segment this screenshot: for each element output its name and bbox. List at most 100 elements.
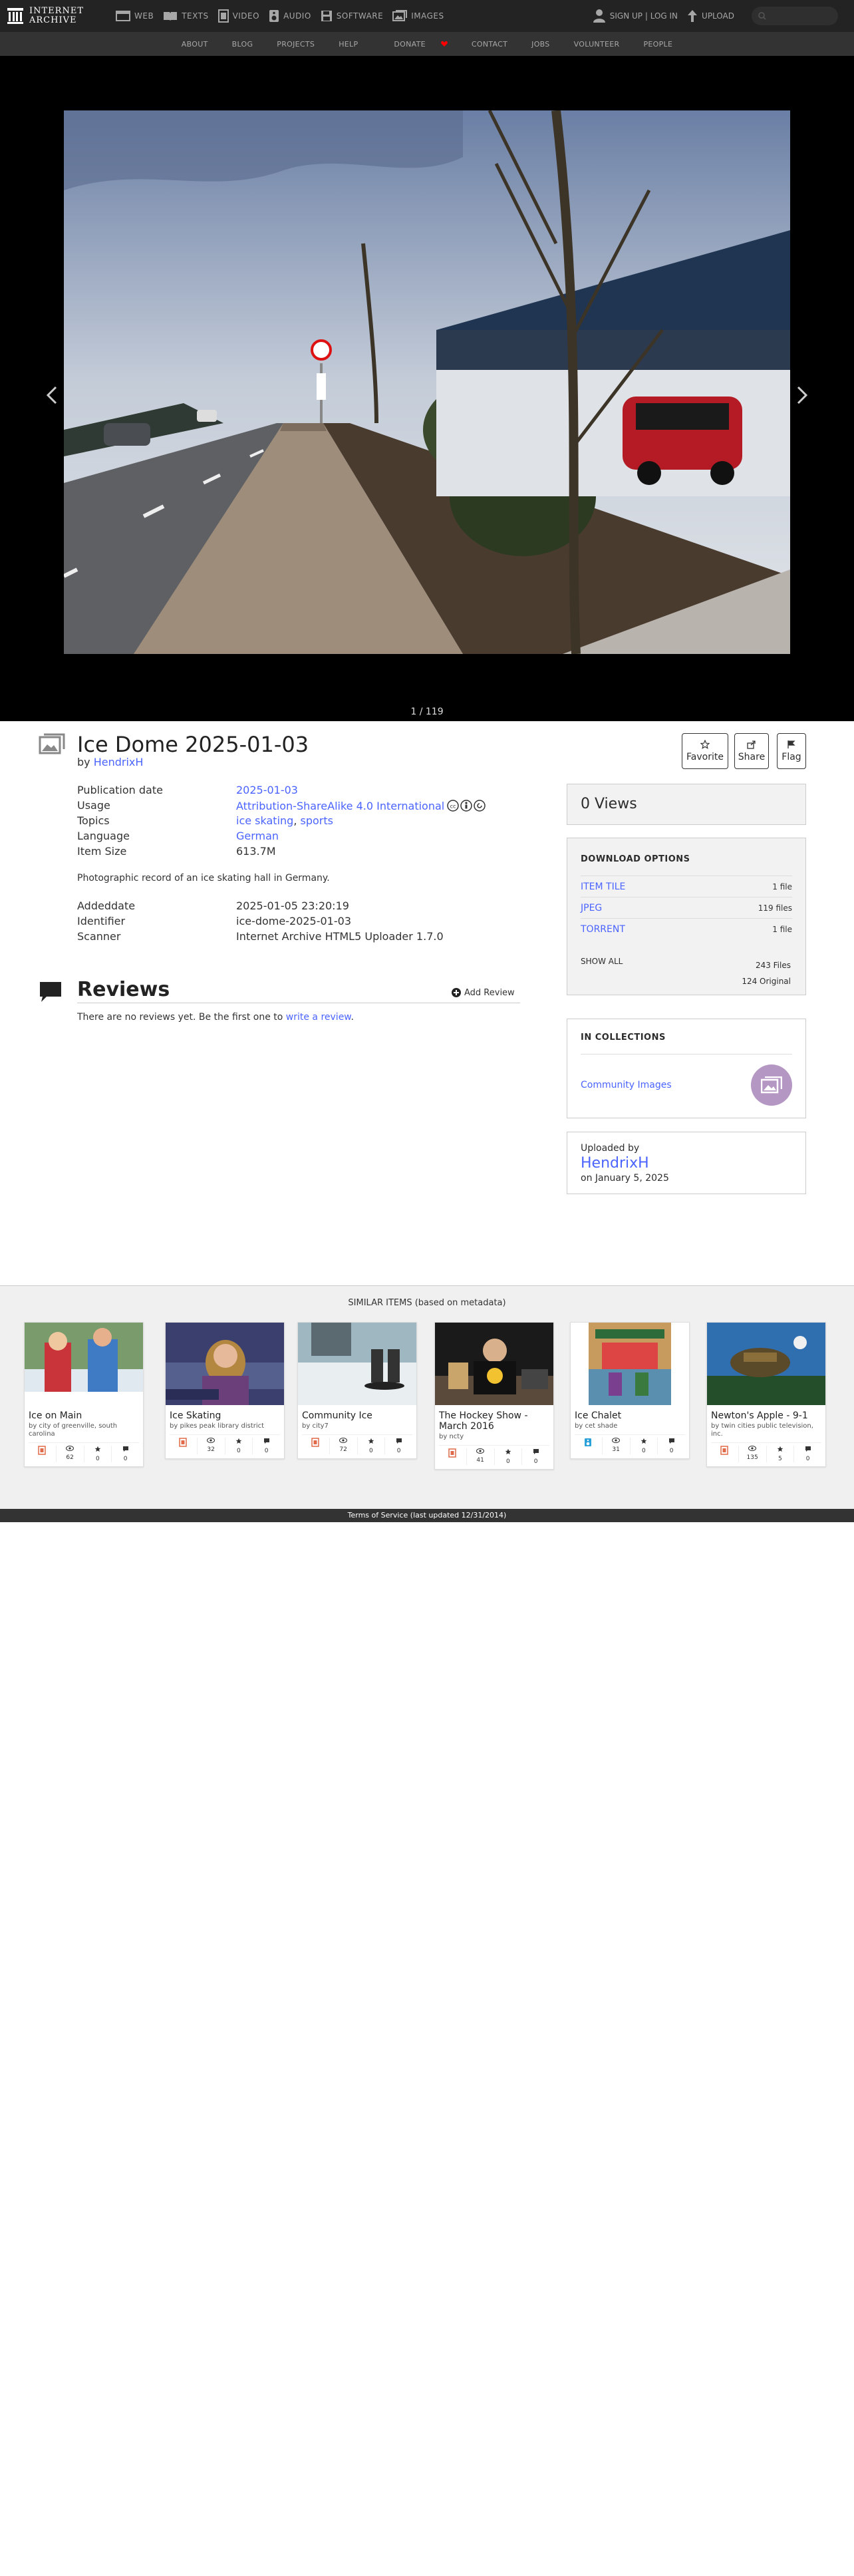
reviews-stat: 0 xyxy=(793,1446,821,1462)
show-all-link[interactable]: SHOW ALL xyxy=(581,957,623,966)
reviews-stat: 0 xyxy=(384,1438,412,1454)
mediatype-stat xyxy=(302,1438,329,1454)
similar-item-card[interactable]: Newton's Apple - 9-1 by twin cities publi… xyxy=(706,1322,826,1467)
similar-item-title[interactable]: Newton's Apple - 9-1 xyxy=(707,1405,825,1421)
similar-item-card[interactable]: Ice Skating by pikes peak library distric… xyxy=(165,1322,285,1459)
similar-item-creator: by cet shade xyxy=(575,1422,618,1430)
reviews-stat: 0 xyxy=(657,1438,685,1454)
next-image-arrow[interactable] xyxy=(791,382,811,408)
flag-button[interactable]: Flag xyxy=(777,733,806,769)
similar-item-thumbnail[interactable] xyxy=(435,1323,553,1405)
audio-icon xyxy=(585,1438,592,1446)
no-reviews-text: There are no reviews yet. Be the first o… xyxy=(77,1012,286,1023)
reviews-count: 0 xyxy=(264,1448,269,1454)
eye-icon xyxy=(207,1438,215,1443)
subnav-about[interactable]: ABOUT xyxy=(182,40,208,49)
subnav-jobs[interactable]: JOBS xyxy=(531,40,549,49)
heart-icon xyxy=(441,41,448,47)
download-file-count: 1 file xyxy=(772,924,792,934)
similar-item-creator: by ncty xyxy=(439,1433,464,1440)
pubdate-link[interactable]: 2025-01-03 xyxy=(236,784,298,796)
film-icon xyxy=(179,1438,188,1447)
image-viewer: 1 / 119 xyxy=(0,56,854,721)
nav-images[interactable]: IMAGES xyxy=(392,0,444,32)
uploader-link[interactable]: HendrixH xyxy=(581,1155,649,1172)
similar-item-card[interactable]: Ice Chalet by cet shade 31 0 0 xyxy=(570,1322,690,1459)
favorite-label: Favorite xyxy=(686,752,724,762)
star-icon xyxy=(700,740,710,749)
main-photo[interactable] xyxy=(64,110,790,654)
favorite-button[interactable]: Favorite xyxy=(682,733,728,769)
similar-item-title[interactable]: Ice Skating xyxy=(166,1405,284,1421)
subnav-donate[interactable]: DONATE xyxy=(382,40,448,49)
subnav-help[interactable]: HELP xyxy=(339,40,358,49)
nav-software[interactable]: SOFTWARE xyxy=(321,0,383,32)
write-review-link[interactable]: write a review xyxy=(286,1012,351,1023)
similar-item-thumbnail[interactable] xyxy=(707,1323,825,1405)
comment-icon xyxy=(533,1449,539,1454)
subnav-contact[interactable]: CONTACT xyxy=(472,40,507,49)
nav-audio[interactable]: AUDIO xyxy=(269,0,311,32)
share-button[interactable]: Share xyxy=(734,733,769,769)
total-original: 124 Original xyxy=(742,977,791,986)
svg-text:cc: cc xyxy=(450,804,456,810)
previous-image-arrow[interactable] xyxy=(43,382,63,408)
topic-link[interactable]: sports xyxy=(300,814,333,827)
comment-icon xyxy=(396,1438,402,1444)
nav-software-label: SOFTWARE xyxy=(336,11,384,21)
similar-item-thumbnail[interactable] xyxy=(25,1323,143,1405)
similar-item-card[interactable]: Community Ice by city7 72 0 0 xyxy=(297,1322,417,1459)
meta-label: Usage xyxy=(77,799,110,812)
collection-thumbnail[interactable] xyxy=(751,1064,792,1106)
logo-line2: ARCHIVE xyxy=(29,15,77,25)
addeddate-value: 2025-01-05 23:20:19 xyxy=(236,899,349,912)
similar-item-title[interactable]: Community Ice xyxy=(298,1405,416,1421)
similar-item-creator: by pikes peak library district xyxy=(170,1422,265,1430)
similar-item-thumbnail[interactable] xyxy=(571,1323,689,1405)
mediatype-stat xyxy=(29,1446,56,1462)
star-icon xyxy=(777,1446,783,1452)
subnav-blog[interactable]: BLOG xyxy=(232,40,253,49)
add-review-button[interactable]: Add Review xyxy=(451,987,515,998)
collection-link[interactable]: Community Images xyxy=(581,1080,672,1090)
search-input[interactable] xyxy=(752,7,838,25)
item-description: Photographic record of an ice skating ha… xyxy=(77,873,330,884)
similar-item-title[interactable]: Ice on Main xyxy=(25,1405,143,1421)
no-reviews-message: There are no reviews yet. Be the first o… xyxy=(77,1012,354,1023)
cc-by-sa-icons[interactable]: cc xyxy=(447,799,487,812)
sign-in-link[interactable]: SIGN UP | LOG IN xyxy=(593,9,678,23)
topic-link[interactable]: ice skating xyxy=(236,814,293,827)
download-format-link[interactable]: JPEG xyxy=(581,903,602,913)
reviews-stat: 0 xyxy=(521,1448,549,1465)
nav-video[interactable]: VIDEO xyxy=(217,0,260,32)
similar-item-title[interactable]: Ice Chalet xyxy=(571,1405,689,1421)
internet-archive-logo[interactable]: INTERNET ARCHIVE xyxy=(7,0,106,32)
no-reviews-end: . xyxy=(351,1012,354,1023)
creator-link[interactable]: HendrixH xyxy=(94,756,144,768)
images-icon xyxy=(392,10,408,21)
views-count: 0 Views xyxy=(581,796,637,812)
views-stat: 32 xyxy=(196,1438,225,1454)
reviews-count: 0 xyxy=(805,1456,810,1462)
similar-item-card[interactable]: The Hockey Show - March 2016 by ncty 41 0 0 xyxy=(434,1322,554,1470)
terms-of-service-link[interactable]: Terms of Service (last updated 12/31/201… xyxy=(0,1509,854,1522)
similar-item-card[interactable]: Ice on Main by city of greenville, south … xyxy=(24,1322,144,1467)
language-link[interactable]: German xyxy=(236,830,279,842)
download-format-link[interactable]: TORRENT xyxy=(581,924,625,935)
meta-label: Language xyxy=(77,830,130,842)
mediatype-stat xyxy=(575,1438,602,1454)
eye-icon xyxy=(339,1438,348,1443)
download-format-link[interactable]: ITEM TILE xyxy=(581,882,625,892)
nav-texts[interactable]: TEXTS xyxy=(163,0,208,32)
favorites-stat: 0 xyxy=(356,1438,385,1454)
similar-item-thumbnail[interactable] xyxy=(298,1323,416,1405)
subnav-people[interactable]: PEOPLE xyxy=(643,40,672,49)
subnav-projects[interactable]: PROJECTS xyxy=(277,40,315,49)
similar-item-title[interactable]: The Hockey Show - March 2016 xyxy=(435,1405,553,1432)
upload-link[interactable]: UPLOAD xyxy=(687,9,734,23)
nav-web[interactable]: WEB xyxy=(116,0,154,32)
similar-item-thumbnail[interactable] xyxy=(166,1323,284,1405)
license-link[interactable]: Attribution-ShareAlike 4.0 International xyxy=(236,800,444,812)
similar-item-stats: 72 0 0 xyxy=(302,1434,412,1454)
subnav-volunteer[interactable]: VOLUNTEER xyxy=(574,40,620,49)
